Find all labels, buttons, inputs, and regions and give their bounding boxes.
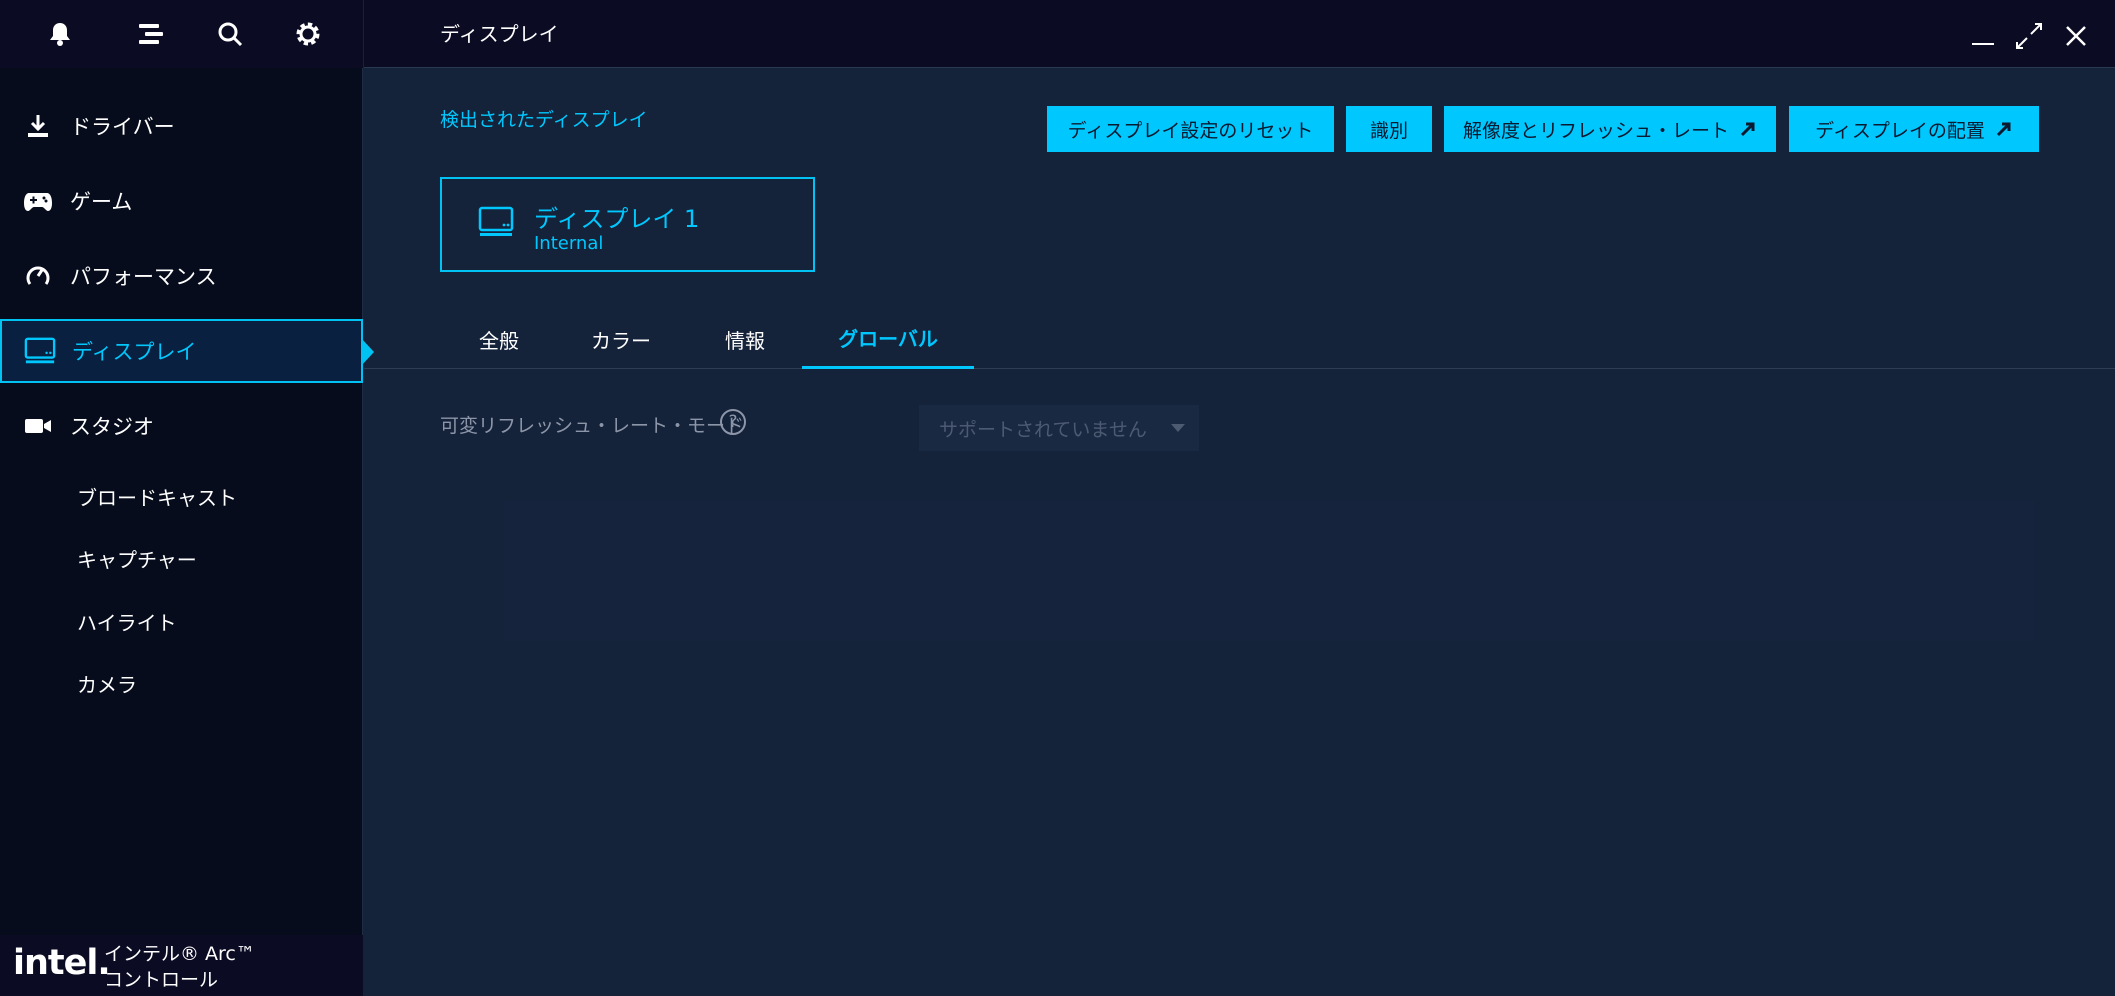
sidebar-subitem-camera[interactable]: カメラ: [77, 669, 137, 698]
sidebar-subitem-broadcast[interactable]: ブロードキャスト: [77, 482, 237, 511]
arrangement-button-label: ディスプレイの配置: [1815, 120, 1985, 142]
close-icon: [2066, 26, 2086, 46]
intel-logo: intel.: [13, 943, 111, 983]
reset-display-settings-button[interactable]: ディスプレイ設定のリセット: [1047, 106, 1334, 152]
sidebar-subitem-capture[interactable]: キャプチャー: [77, 544, 197, 573]
vrr-mode-label: 可変リフレッシュ・レート・モード: [440, 415, 745, 437]
monitor-icon: [478, 206, 514, 242]
monitor-icon: [24, 335, 56, 367]
display-card[interactable]: ディスプレイ 1 Internal: [440, 177, 815, 272]
camera-icon: [22, 410, 54, 442]
sidebar-item-label: ゲーム: [70, 190, 133, 214]
maximize-button[interactable]: [2011, 18, 2047, 54]
sidebar-item-label: パフォーマンス: [70, 265, 217, 289]
identify-button-label: 識別: [1369, 120, 1408, 142]
sidebar-item-label: ディスプレイ: [72, 340, 197, 364]
sidebar-subitem-highlight[interactable]: ハイライト: [77, 607, 177, 636]
sidebar-item-label: ドライバー: [70, 115, 175, 139]
sidebar-item-game[interactable]: ゲーム: [0, 169, 363, 233]
sidebar: ドライバー ゲーム パフォーマンス ディスプレイ スタジオ ブロードキャスト キ…: [0, 0, 374, 996]
vrr-mode-value: サポートされていません: [939, 418, 1147, 441]
tab-general[interactable]: 全般: [464, 309, 534, 369]
sidebar-item-label: スタジオ: [70, 415, 154, 439]
menu-icon[interactable]: [131, 14, 171, 54]
vrr-mode-select: サポートされていません: [919, 405, 1199, 451]
tab-color[interactable]: カラー: [571, 309, 671, 369]
sidebar-item-display[interactable]: ディスプレイ: [0, 319, 363, 383]
bell-icon[interactable]: [40, 14, 80, 54]
sidebar-item-performance[interactable]: パフォーマンス: [0, 244, 363, 308]
resolution-refresh-rate-button[interactable]: 解像度とリフレッシュ・レート: [1444, 106, 1776, 152]
reset-button-label: ディスプレイ設定のリセット: [1067, 120, 1314, 142]
brand-subtitle: コントロール: [104, 969, 219, 991]
empty-panel: [504, 501, 2034, 641]
minimize-button[interactable]: [1965, 18, 2001, 54]
tab-bar: 全般 カラー 情報 グローバル: [364, 309, 2115, 369]
tab-info[interactable]: 情報: [707, 309, 783, 369]
close-button[interactable]: [2058, 18, 2094, 54]
download-icon: [22, 110, 54, 142]
chevron-down-icon: [1171, 424, 1185, 432]
external-link-icon: [1996, 122, 2011, 137]
display-name: ディスプレイ 1: [534, 205, 700, 233]
minimize-icon: [1972, 43, 1994, 45]
help-icon[interactable]: ?: [720, 409, 746, 435]
gamepad-icon: [22, 185, 54, 217]
sidebar-item-studio[interactable]: スタジオ: [0, 394, 363, 458]
brand-name: インテル® Arc™: [104, 943, 255, 965]
expand-icon: [2016, 23, 2042, 49]
external-link-icon: [1740, 122, 1755, 137]
display-type: Internal: [534, 233, 604, 254]
gear-icon[interactable]: [288, 14, 328, 54]
title-bar: ディスプレイ: [364, 0, 2115, 68]
resolution-button-label: 解像度とリフレッシュ・レート: [1462, 120, 1729, 142]
detected-displays-label: 検出されたディスプレイ: [440, 109, 648, 131]
tab-global[interactable]: グローバル: [802, 309, 974, 369]
gauge-icon: [22, 260, 54, 292]
brand: intel. インテル® Arc™ コントロール: [0, 935, 363, 996]
sidebar-top-icons: [0, 0, 363, 68]
identify-button[interactable]: 識別: [1346, 106, 1432, 152]
main-content: 検出されたディスプレイ ディスプレイ設定のリセット 識別 解像度とリフレッシュ・…: [364, 69, 2115, 996]
search-icon[interactable]: [210, 14, 250, 54]
sidebar-item-driver[interactable]: ドライバー: [0, 94, 363, 158]
display-arrangement-button[interactable]: ディスプレイの配置: [1789, 106, 2039, 152]
page-title: ディスプレイ: [440, 22, 559, 46]
